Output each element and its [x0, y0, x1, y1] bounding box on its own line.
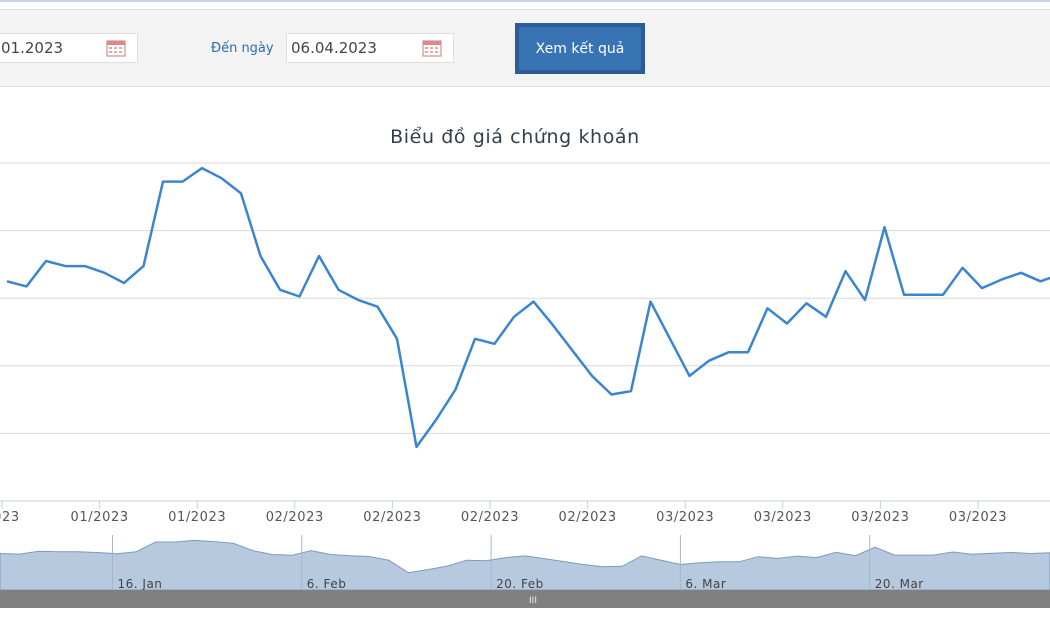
data-point: [804, 301, 809, 306]
data-point: [141, 264, 146, 269]
stock-price-chart: Biểu đồ giá chứng khoán 2023 01/2023 01/20…: [0, 126, 1050, 608]
navigator-label: 16. Jan: [118, 577, 163, 591]
data-point: [531, 299, 536, 304]
data-point: [200, 166, 205, 171]
calendar-icon[interactable]: [422, 39, 442, 57]
data-point: [629, 389, 634, 394]
data-point: [746, 350, 751, 355]
data-point: [122, 280, 127, 285]
calendar-icon[interactable]: [106, 39, 126, 57]
navigator-label: 20. Mar: [875, 577, 924, 591]
from-date-value: 01.2023: [1, 39, 64, 57]
to-date-field[interactable]: 06.04.2023: [286, 33, 454, 63]
data-point: [414, 444, 419, 449]
data-point: [1019, 270, 1024, 275]
chart-gridlines: [0, 162, 1050, 502]
data-point: [999, 277, 1004, 282]
data-point: [453, 387, 458, 392]
data-point: [687, 373, 692, 378]
data-point: [24, 284, 29, 289]
date-filter-bar: 01.2023 Đến ngày 06.04.2023 Xem kết quả: [0, 9, 1050, 87]
data-point: [570, 348, 575, 353]
data-point: [63, 264, 68, 269]
data-point: [609, 392, 614, 397]
x-tick-label: 01/2023: [70, 510, 128, 525]
data-point: [102, 270, 107, 275]
data-point: [648, 299, 653, 304]
from-date-field[interactable]: 01.2023: [0, 33, 138, 63]
data-point: [707, 358, 712, 363]
chart-title: Biểu đồ giá chứng khoán: [390, 126, 640, 148]
price-line: [6, 166, 1050, 449]
top-border: [0, 0, 1050, 2]
x-tick-label: 03/2023: [754, 510, 812, 525]
data-point: [980, 286, 985, 291]
view-results-button[interactable]: Xem kết quả: [515, 23, 645, 74]
data-point: [44, 259, 49, 264]
data-point: [161, 179, 166, 184]
data-point: [668, 336, 673, 341]
data-point: [843, 269, 848, 274]
data-point: [336, 287, 341, 292]
data-point: [921, 292, 926, 297]
data-point: [473, 336, 478, 341]
data-point: [785, 321, 790, 326]
data-point: [882, 225, 887, 230]
data-point: [239, 191, 244, 196]
data-point: [824, 314, 829, 319]
data-point: [180, 179, 185, 184]
x-tick-label: 03/2023: [949, 510, 1007, 525]
data-point: [5, 279, 10, 284]
scrollbar[interactable]: III: [0, 590, 1050, 608]
data-point: [902, 292, 907, 297]
data-point: [1038, 279, 1043, 284]
navigator[interactable]: 16. Jan 6. Feb 20. Feb 6. Mar 20. Mar: [0, 535, 1050, 591]
scrollbar-grip-icon[interactable]: III: [529, 596, 537, 606]
x-tick-label: 02/2023: [266, 510, 324, 525]
data-point: [492, 341, 497, 346]
x-tick-label: 02/2023: [461, 510, 519, 525]
data-point: [395, 336, 400, 341]
to-date-value: 06.04.2023: [291, 39, 377, 57]
data-point: [551, 323, 556, 328]
data-point: [726, 350, 731, 355]
x-tick-label: 03/2023: [851, 510, 909, 525]
x-tick-label: 02/2023: [363, 510, 421, 525]
x-tick-label: 03/2023: [656, 510, 714, 525]
data-point: [375, 304, 380, 309]
data-point: [941, 292, 946, 297]
data-point: [219, 176, 224, 181]
data-point: [297, 294, 302, 299]
data-point: [317, 253, 322, 258]
data-point: [512, 314, 517, 319]
x-tick-label: 2023: [0, 510, 20, 525]
x-tick-label: 01/2023: [168, 510, 226, 525]
navigator-label: 20. Feb: [496, 577, 544, 591]
data-point: [765, 306, 770, 311]
to-date-label: Đến ngày: [211, 41, 274, 56]
navigator-label: 6. Feb: [307, 577, 347, 591]
x-axis: 2023 01/2023 01/2023 02/2023 02/2023 02/2023 0…: [0, 501, 1007, 525]
navigator-label: 6. Mar: [685, 577, 726, 591]
data-point: [434, 417, 439, 422]
data-point: [863, 297, 868, 302]
price-series: [5, 166, 1050, 449]
x-tick-label: 02/2023: [558, 510, 616, 525]
scrollbar-track[interactable]: [0, 590, 1050, 608]
data-point: [590, 373, 595, 378]
data-point: [278, 287, 283, 292]
data-point: [83, 264, 88, 269]
data-point: [258, 253, 263, 258]
data-point: [356, 297, 361, 302]
view-results-label: Xem kết quả: [519, 27, 641, 70]
data-point: [960, 265, 965, 270]
